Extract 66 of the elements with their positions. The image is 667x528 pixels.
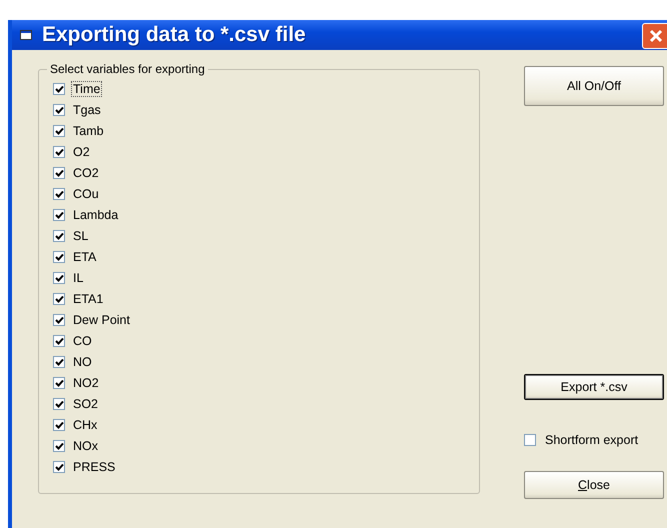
checkbox[interactable] [53,398,65,410]
variable-label[interactable]: Lambda [71,206,120,222]
checkbox[interactable] [53,250,65,262]
check-icon [54,168,64,176]
checkbox[interactable] [53,292,65,304]
close-icon[interactable] [642,23,667,49]
checkbox[interactable] [53,356,65,368]
all-toggle-button[interactable]: All On/Off [524,66,664,106]
checkbox[interactable] [524,434,536,446]
variable-label[interactable]: SL [71,228,90,244]
checkbox[interactable] [53,272,65,284]
variable-label[interactable]: O2 [71,144,92,160]
check-icon [54,106,64,114]
checkbox[interactable] [53,146,65,158]
variable-label[interactable]: Tgas [71,102,103,118]
checkbox[interactable] [53,208,65,220]
variable-label[interactable]: NOx [71,438,100,454]
checkbox[interactable] [53,440,65,452]
variable-label[interactable]: CHx [71,416,100,432]
variable-label[interactable]: Tamb [71,122,106,138]
check-icon [54,336,64,344]
variable-label[interactable]: Time [71,80,102,96]
check-icon [54,148,64,156]
check-icon [54,190,64,198]
checkbox[interactable] [53,104,65,116]
variable-label[interactable]: SO2 [71,396,100,412]
check-icon [54,358,64,366]
checkbox[interactable] [53,334,65,346]
variable-label[interactable]: ETA [71,248,98,264]
checkbox[interactable] [53,82,65,94]
check-icon [54,442,64,450]
check-icon [54,400,64,408]
checkbox[interactable] [53,314,65,326]
check-icon [54,232,64,240]
group-title: Select variables for exporting [49,62,206,76]
variable-label[interactable]: IL [71,270,86,286]
check-icon [54,420,64,428]
shortform-label[interactable]: Shortform export [545,433,638,447]
checkbox[interactable] [53,230,65,242]
window-title: Exporting data to *.csv file [42,23,306,47]
checkbox[interactable] [53,418,65,430]
check-icon [54,210,64,218]
check-icon [54,316,64,324]
variable-label[interactable]: NO [71,354,94,370]
variable-label[interactable]: CO [71,332,94,348]
check-icon [54,462,64,470]
checkbox[interactable] [53,188,65,200]
check-icon [54,378,64,386]
check-icon [54,252,64,260]
check-icon [54,126,64,134]
check-icon [54,274,64,282]
checkbox[interactable] [53,124,65,136]
close-button[interactable]: Close [524,471,664,499]
checkbox[interactable] [53,376,65,388]
variable-label[interactable]: COu [71,186,101,202]
variable-label[interactable]: CO2 [71,164,101,180]
variable-label[interactable]: PRESS [71,458,118,474]
check-icon [54,84,64,92]
checkbox[interactable] [53,166,65,178]
checkbox[interactable] [53,460,65,472]
check-icon [54,294,64,302]
export-button[interactable]: Export *.csv [524,374,664,400]
variable-label[interactable]: Dew Point [71,312,132,328]
window-icon [20,30,32,40]
variable-label[interactable]: NO2 [71,374,101,390]
variable-label[interactable]: ETA1 [71,290,106,306]
